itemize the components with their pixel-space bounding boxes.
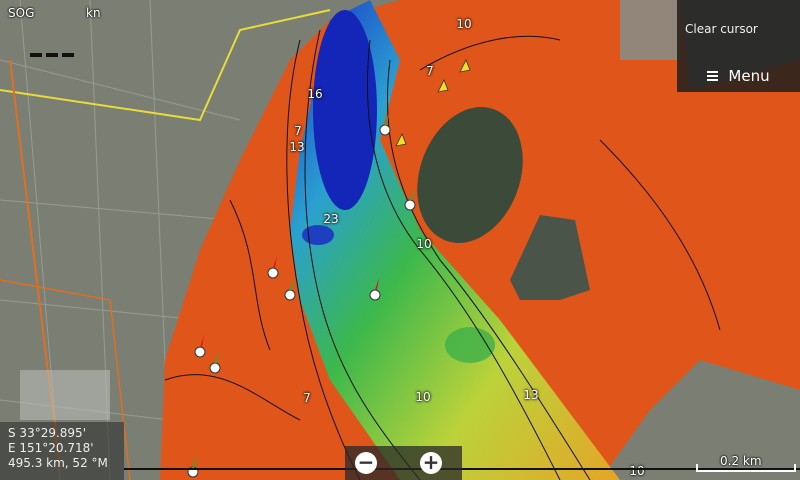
sog-value-placeholder bbox=[30, 42, 80, 57]
depth-label: 13 bbox=[523, 388, 539, 402]
cursor-position-readout: S 33°29.895' E 151°20.718' 495.3 km, 52 … bbox=[0, 422, 124, 480]
depth-label: 10 bbox=[629, 464, 645, 478]
hamburger-menu-icon bbox=[707, 69, 719, 83]
zoom-out-icon: − bbox=[357, 450, 375, 474]
zoom-in-icon: + bbox=[422, 450, 440, 474]
longitude-value: E 151°20.718' bbox=[8, 441, 94, 455]
depth-label: 10 bbox=[415, 390, 431, 404]
clear-cursor-button[interactable]: Clear cursor bbox=[685, 22, 758, 36]
depth-label: 7 bbox=[426, 64, 434, 78]
zoom-in-button[interactable]: + bbox=[420, 452, 442, 474]
depth-label: 10 bbox=[456, 17, 472, 31]
depth-label: 7 bbox=[294, 124, 302, 138]
context-panel: Clear cursor Menu bbox=[677, 0, 800, 92]
depth-label: 13 bbox=[289, 140, 305, 154]
speed-unit-label: kn bbox=[86, 6, 101, 20]
menu-button[interactable]: Menu bbox=[677, 62, 800, 90]
depth-label: 7 bbox=[303, 391, 311, 405]
zoom-controls: − + bbox=[345, 446, 462, 480]
range-bearing-value: 495.3 km, 52 °M bbox=[8, 456, 108, 470]
depth-label: 10 bbox=[416, 237, 432, 251]
sog-label: SOG bbox=[8, 6, 35, 20]
menu-label: Menu bbox=[728, 67, 770, 85]
zoom-out-button[interactable]: − bbox=[355, 452, 377, 474]
depth-label: 16 bbox=[307, 87, 323, 101]
scale-bar bbox=[696, 464, 796, 472]
latitude-value: S 33°29.895' bbox=[8, 426, 86, 440]
depth-label: 23 bbox=[323, 212, 339, 226]
